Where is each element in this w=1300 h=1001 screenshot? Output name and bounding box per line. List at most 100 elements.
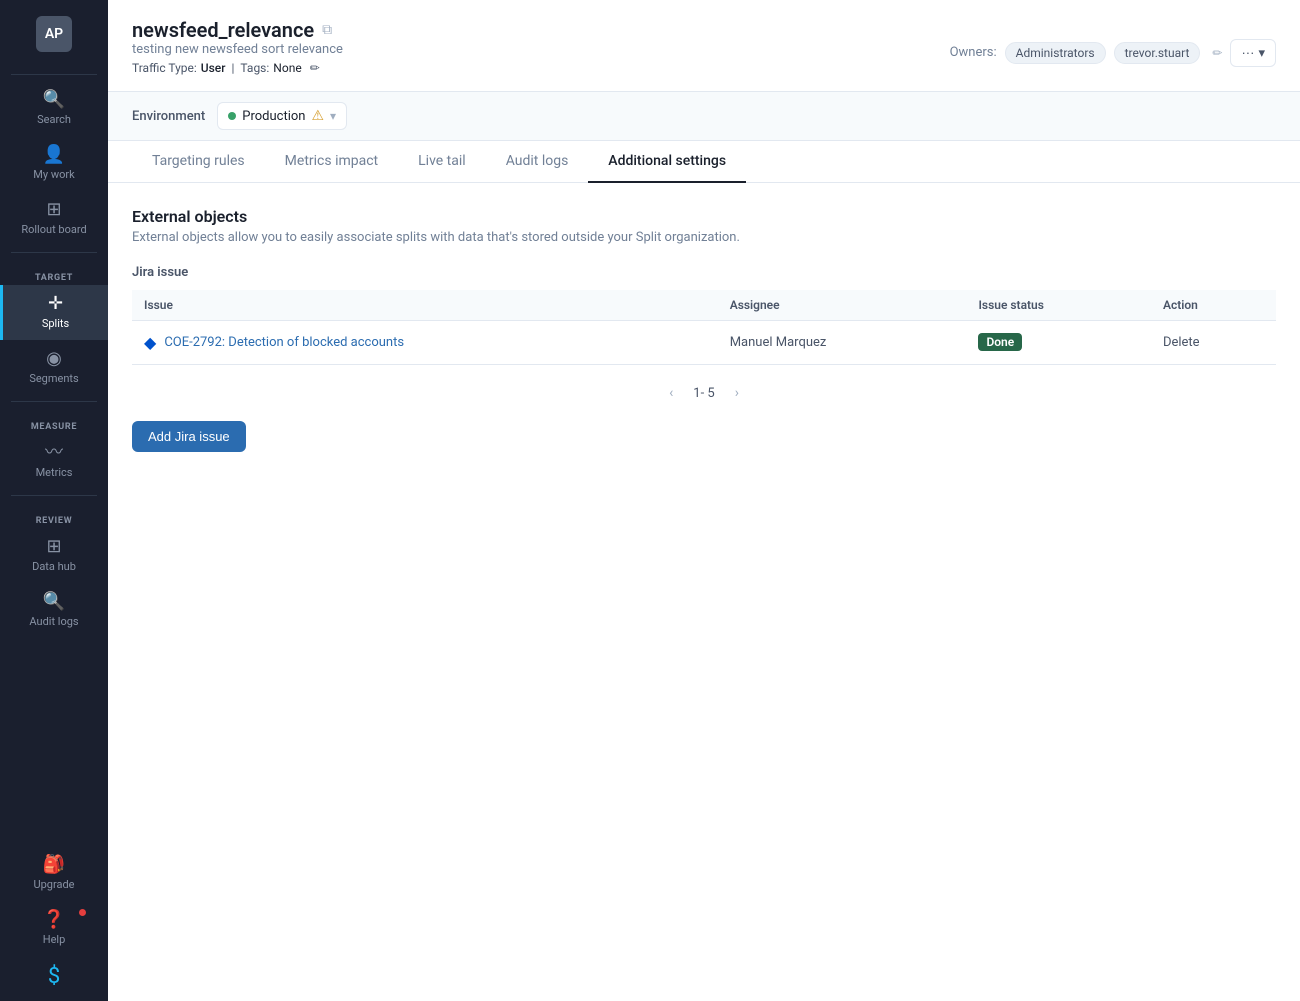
pagination-info: 1- 5 (693, 386, 714, 401)
sidebar-item-label: Search (37, 113, 71, 126)
delete-action[interactable]: Delete (1163, 335, 1200, 350)
jira-issue-cell: ◆ COE-2792: Detection of blocked account… (144, 333, 706, 352)
sidebar-item-label: Data hub (32, 560, 76, 573)
traffic-type-value: User (201, 61, 226, 75)
table-header: Issue Assignee Issue status Action (132, 290, 1276, 321)
table-cell-issue: ◆ COE-2792: Detection of blocked account… (132, 321, 718, 365)
section-title: External objects (132, 207, 1276, 226)
tags-value: None (273, 61, 301, 75)
header-meta: Traffic Type: User | Tags: None ✏ (132, 61, 343, 75)
owners-edit-icon[interactable]: ✏ (1212, 46, 1222, 60)
sidebar-item-label: Rollout board (21, 223, 86, 236)
sidebar: AP 🔍 Search 👤 My work ⊞ Rollout board TA… (0, 0, 108, 1001)
owner-badge-trevor[interactable]: trevor.stuart (1114, 42, 1201, 64)
status-badge: Done (978, 333, 1022, 351)
meta-separator: | (231, 61, 234, 75)
traffic-type-label: Traffic Type: (132, 61, 197, 75)
grid-icon: ⊞ (46, 201, 61, 219)
environment-chevron-icon: ▾ (330, 109, 336, 123)
owners-label: Owners: (950, 45, 997, 60)
tab-live-tail[interactable]: Live tail (398, 141, 486, 183)
table-cell-assignee: Manuel Marquez (718, 321, 967, 365)
notification-dot (79, 909, 86, 916)
upgrade-icon: 🎒 (43, 856, 65, 874)
metrics-icon: 〰 (45, 444, 63, 462)
sidebar-item-search[interactable]: 🔍 Search (0, 81, 108, 136)
table-row: ◆ COE-2792: Detection of blocked account… (132, 321, 1276, 365)
col-header-action: Action (1151, 290, 1276, 321)
page-title: newsfeed_relevance (132, 18, 314, 42)
jira-section-label: Jira issue (132, 265, 1276, 280)
pagination-prev-arrow[interactable]: ‹ (661, 381, 681, 405)
add-jira-issue-button[interactable]: Add Jira issue (132, 421, 246, 452)
tab-additional-settings[interactable]: Additional settings (588, 141, 746, 183)
owner-badge-administrators[interactable]: Administrators (1005, 42, 1106, 64)
sidebar-item-label: Metrics (36, 466, 73, 479)
sidebar-item-help[interactable]: ❓ Help (0, 901, 108, 956)
data-hub-icon: ⊞ (46, 538, 61, 556)
measure-section-label: MEASURE (31, 418, 77, 434)
tab-targeting-rules[interactable]: Targeting rules (132, 141, 265, 183)
jira-table: Issue Assignee Issue status Action ◆ COE… (132, 290, 1276, 365)
avatar[interactable]: AP (36, 16, 72, 52)
page-subtitle: testing new newsfeed sort relevance (132, 42, 343, 57)
audit-logs-icon: 🔍 (43, 593, 65, 611)
environment-selector[interactable]: Production ⚠ ▾ (217, 102, 347, 130)
sidebar-item-metrics[interactable]: 〰 Metrics (0, 434, 108, 489)
section-description: External objects allow you to easily ass… (132, 230, 1276, 245)
jira-icon: ◆ (144, 333, 156, 352)
col-header-status: Issue status (966, 290, 1151, 321)
sidebar-item-splits[interactable]: ✛ Splits (0, 285, 108, 340)
sidebar-divider-top (11, 74, 97, 75)
sidebar-item-upgrade[interactable]: 🎒 Upgrade (0, 846, 108, 901)
sidebar-item-label: Splits (42, 317, 69, 330)
main-content: newsfeed_relevance ⧉ testing new newsfee… (108, 0, 1300, 1001)
table-body: ◆ COE-2792: Detection of blocked account… (132, 321, 1276, 365)
environment-status-dot (228, 112, 236, 120)
sidebar-item-my-work[interactable]: 👤 My work (0, 136, 108, 191)
sidebar-item-label: My work (33, 168, 74, 181)
sidebar-divider-1 (11, 252, 97, 253)
col-header-issue: Issue (132, 290, 718, 321)
person-icon: 👤 (43, 146, 65, 164)
sidebar-item-label: Audit logs (29, 615, 78, 628)
tags-label: Tags: (240, 61, 269, 75)
search-icon: 🔍 (43, 91, 65, 109)
pagination-next-arrow[interactable]: › (727, 381, 747, 405)
environment-value: Production (242, 109, 305, 124)
copy-icon[interactable]: ⧉ (322, 22, 332, 38)
environment-label: Environment (132, 109, 205, 124)
sidebar-divider-3 (11, 495, 97, 496)
sidebar-item-data-hub[interactable]: ⊞ Data hub (0, 528, 108, 583)
sidebar-item-label: Segments (29, 372, 78, 385)
sidebar-item-audit-logs[interactable]: 🔍 Audit logs (0, 583, 108, 638)
page-header: newsfeed_relevance ⧉ testing new newsfee… (108, 0, 1300, 92)
brand-logo: $ (48, 964, 60, 989)
sidebar-bottom: 🎒 Upgrade ❓ Help $ (0, 846, 108, 1001)
splits-icon: ✛ (48, 295, 63, 313)
header-actions: Owners: Administrators trevor.stuart ✏ ·… (950, 39, 1276, 67)
tab-metrics-impact[interactable]: Metrics impact (265, 141, 398, 183)
col-header-assignee: Assignee (718, 290, 967, 321)
dropdown-chevron-icon: ▾ (1258, 45, 1265, 61)
more-button[interactable]: ··· ▾ (1230, 39, 1276, 67)
review-section-label: REVIEW (36, 512, 73, 528)
sidebar-item-rollout-board[interactable]: ⊞ Rollout board (0, 191, 108, 246)
sidebar-item-segments[interactable]: ◉ Segments (0, 340, 108, 395)
tab-audit-logs[interactable]: Audit logs (486, 141, 589, 183)
tags-edit-icon[interactable]: ✏ (310, 61, 320, 75)
owners-row: Owners: Administrators trevor.stuart ✏ (950, 42, 1223, 64)
header-left: newsfeed_relevance ⧉ testing new newsfee… (132, 18, 343, 87)
jira-issue-link[interactable]: COE-2792: Detection of blocked accounts (164, 335, 404, 350)
segments-icon: ◉ (46, 350, 62, 368)
content-area: External objects External objects allow … (108, 183, 1300, 1001)
header-top-row: newsfeed_relevance ⧉ testing new newsfee… (132, 18, 1276, 87)
target-section-label: TARGET (35, 269, 73, 285)
sidebar-divider-2 (11, 401, 97, 402)
sidebar-item-label: Upgrade (33, 878, 74, 891)
environment-warning-icon: ⚠ (311, 108, 324, 124)
environment-row: Environment Production ⚠ ▾ (108, 92, 1300, 141)
pagination: ‹ 1- 5 › (132, 381, 1276, 405)
table-cell-status: Done (966, 321, 1151, 365)
tabs-bar: Targeting rules Metrics impact Live tail… (108, 141, 1300, 183)
